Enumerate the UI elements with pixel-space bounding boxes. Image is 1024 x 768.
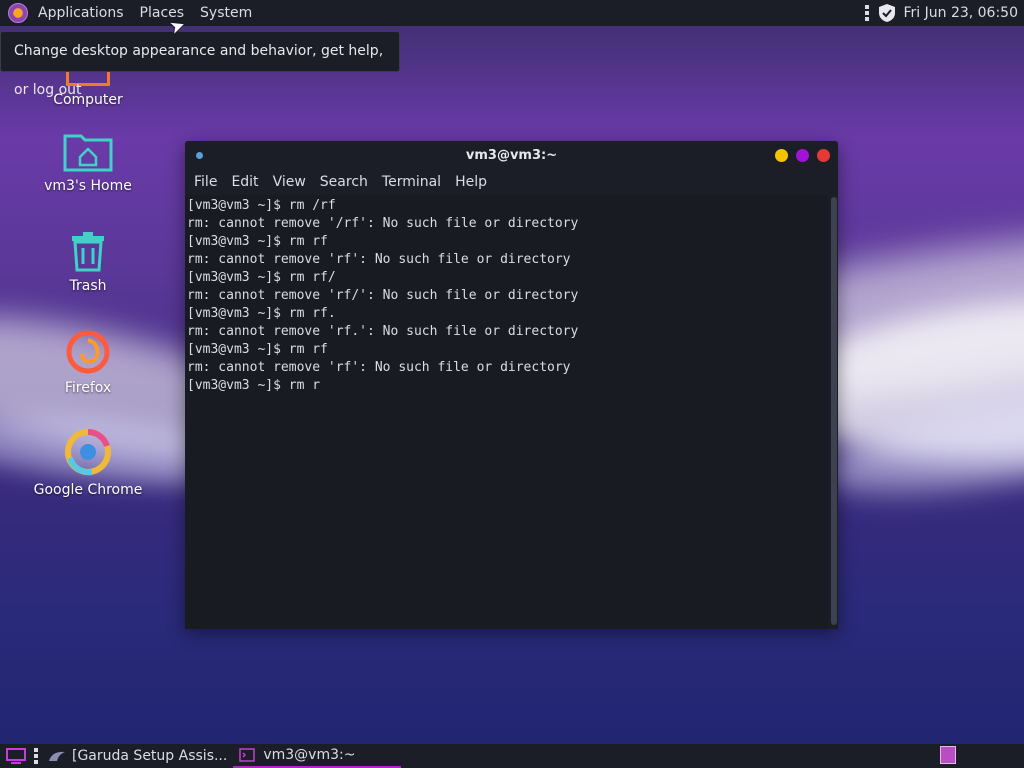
- taskbar-item-label: vm3@vm3:~: [263, 747, 356, 763]
- terminal-scrollbar[interactable]: [830, 197, 838, 625]
- menu-help[interactable]: Help: [448, 174, 494, 190]
- menu-view[interactable]: View: [266, 174, 313, 190]
- workspace-switcher[interactable]: [940, 746, 956, 764]
- system-menu-tooltip: Change desktop appearance and behavior, …: [0, 31, 400, 98]
- show-desktop-icon: [6, 748, 26, 764]
- system-menu[interactable]: System: [192, 0, 260, 26]
- system-tray: Fri Jun 23, 06:50: [865, 0, 1018, 26]
- terminal-line: [vm3@vm3 ~]$ rm /rf: [187, 198, 336, 213]
- taskbar-item-terminal[interactable]: vm3@vm3:~: [233, 744, 402, 768]
- menu-search[interactable]: Search: [313, 174, 375, 190]
- drag-handle-icon[interactable]: [34, 748, 40, 764]
- terminal-line: [vm3@vm3 ~]$ rm rf.: [187, 306, 336, 321]
- terminal-icon: [239, 748, 256, 762]
- terminal-output[interactable]: [vm3@vm3 ~]$ rm /rf rm: cannot remove '/…: [185, 195, 828, 629]
- taskbar-item-label: [Garuda Setup Assis...: [72, 748, 228, 764]
- desktop-icon-firefox[interactable]: Firefox: [23, 330, 153, 396]
- taskbar-item-garuda-setup[interactable]: [Garuda Setup Assis...: [42, 744, 233, 768]
- show-desktop-button[interactable]: [0, 744, 32, 768]
- window-controls: [775, 149, 830, 162]
- menu-edit[interactable]: Edit: [224, 174, 265, 190]
- terminal-line: [vm3@vm3 ~]$ rm rf/: [187, 270, 336, 285]
- shield-icon[interactable]: [877, 3, 897, 23]
- desktop-icon-chrome[interactable]: Google Chrome: [23, 428, 153, 498]
- terminal-menubar: File Edit View Search Terminal Help: [185, 169, 838, 195]
- terminal-line: rm: cannot remove 'rf/': No such file or…: [187, 288, 579, 303]
- terminal-line: [vm3@vm3 ~]$ rm rf: [187, 342, 328, 357]
- clock[interactable]: Fri Jun 23, 06:50: [903, 5, 1018, 21]
- terminal-line: rm: cannot remove 'rf': No such file or …: [187, 360, 571, 375]
- desktop-icon-label: Google Chrome: [33, 482, 143, 498]
- trash-icon: [72, 232, 104, 272]
- terminal-titlebar[interactable]: vm3@vm3:~: [185, 141, 838, 169]
- desktop-icon-label: vm3's Home: [44, 178, 132, 194]
- close-button[interactable]: [817, 149, 830, 162]
- terminal-title: vm3@vm3:~: [465, 147, 558, 163]
- garuda-bird-icon: [49, 751, 65, 761]
- menu-file[interactable]: File: [187, 174, 224, 190]
- home-folder-icon: [63, 134, 113, 172]
- maximize-button[interactable]: [796, 149, 809, 162]
- garuda-logo-icon[interactable]: [8, 3, 28, 23]
- terminal-line: [vm3@vm3 ~]$ rm rf: [187, 234, 328, 249]
- terminal-line: rm: cannot remove 'rf': No such file or …: [187, 252, 571, 267]
- chrome-icon: [65, 429, 111, 476]
- drag-handle-icon[interactable]: [865, 5, 871, 21]
- window-menu-icon[interactable]: [196, 152, 203, 159]
- top-panel: Applications Places System Fri Jun 23, 0…: [0, 0, 1024, 26]
- minimize-button[interactable]: [775, 149, 788, 162]
- terminal-window[interactable]: vm3@vm3:~ File Edit View Search Terminal…: [185, 141, 838, 629]
- terminal-line: rm: cannot remove 'rf.': No such file or…: [187, 324, 579, 339]
- desktop-icon-label: Firefox: [64, 380, 112, 396]
- desktop-icon-home[interactable]: vm3's Home: [23, 130, 153, 194]
- menu-terminal[interactable]: Terminal: [375, 174, 448, 190]
- applications-menu[interactable]: Applications: [30, 0, 132, 26]
- bottom-panel: [Garuda Setup Assis... vm3@vm3:~: [0, 744, 1024, 768]
- desktop-icon-label: Trash: [69, 278, 107, 294]
- scrollbar-thumb[interactable]: [831, 197, 837, 625]
- terminal-line: rm: cannot remove '/rf': No such file or…: [187, 216, 579, 231]
- terminal-prompt-line: [vm3@vm3 ~]$ rm r: [187, 378, 321, 393]
- firefox-icon: [66, 330, 110, 374]
- desktop-icon-trash[interactable]: Trash: [23, 230, 153, 294]
